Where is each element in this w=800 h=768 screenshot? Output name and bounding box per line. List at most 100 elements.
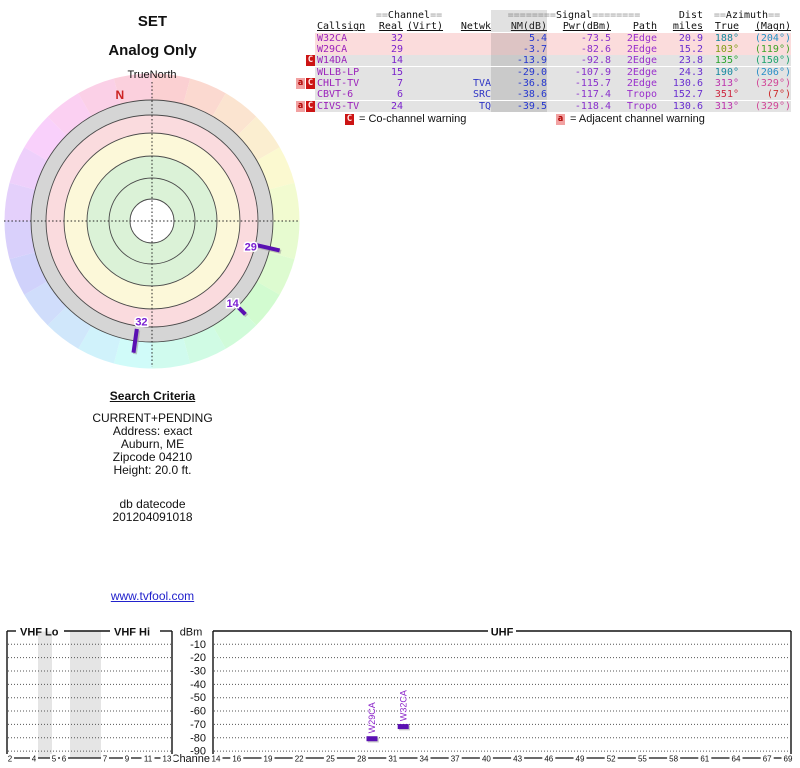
cell-azimuth-true: 188° — [714, 32, 739, 44]
table-row: a C CIVS-TV 24 TQ -39.5 -118.4 Tropo 130.6 313° (3… — [295, 100, 795, 112]
legend-co-channel-text: = Co-channel warning — [359, 113, 467, 125]
channel-tick-61: 61 — [700, 755, 709, 764]
section-label-vhf-lo: VHF Lo — [20, 627, 59, 639]
cell-netwk: SRC — [472, 89, 491, 101]
warning-co-icon: C — [306, 55, 315, 67]
cell-callsign: W14DA — [317, 55, 348, 67]
cell-azimuth-true: 135° — [714, 55, 739, 67]
shaded-band-0 — [38, 631, 52, 758]
col-true: True — [714, 21, 739, 33]
cell-azimuth-magn: (119°) — [754, 44, 791, 56]
search-criteria-heading: Search Criteria — [109, 389, 196, 403]
table-row: a C CHLT-TV 7 TVA -36.8 -115.7 2Edge 130.6 313° (3… — [295, 78, 795, 90]
channel-tick-40: 40 — [482, 755, 491, 764]
warning-co-icon: C — [306, 78, 315, 90]
cell-callsign: CHLT-TV — [317, 78, 360, 90]
signal-strength-chart: -10-20-30-40-50-60-70-80-90VHF Lo VHF Hi U… — [6, 627, 795, 765]
polar-azimuth-chart: TrueNorthN 32 29 14 — [4, 69, 300, 369]
channel-tick-14: 14 — [212, 755, 221, 764]
cell-azimuth-true: 351° — [714, 89, 739, 101]
cell-azimuth-magn: (329°) — [754, 100, 791, 112]
table-row: C W14DA 14 -13.9 -92.8 2Edge 23.8 135° (150°) — [295, 55, 795, 67]
cell-netwk: TVA — [472, 78, 491, 90]
tvfool-report: SET Analog Only TrueNorth N 32 29 14 ==Chann… — [0, 0, 800, 768]
cell-callsign: WLLB-LP — [317, 66, 360, 78]
channel-tick-19: 19 — [264, 755, 273, 764]
cell-miles: 24.3 — [678, 66, 703, 78]
cell-callsign: W29CA — [317, 44, 348, 56]
row-content: W14DA 14 -13.9 -92.8 2Edge 23.8 135° (150°) — [315, 55, 791, 67]
cell-nm: -39.5 — [491, 100, 547, 112]
marker-label-32: 32 — [135, 316, 147, 328]
compass-sector — [268, 182, 300, 221]
legend-adjacent-channel-text: = Adjacent channel warning — [570, 113, 705, 125]
ytick-label--60: -60 — [190, 706, 206, 718]
channel-tick-13: 13 — [163, 755, 172, 764]
cell-miles: 20.9 — [678, 32, 703, 44]
legend-adjacent-channel: a = Adjacent channel warning — [556, 113, 705, 125]
magnetic-north-label: N — [116, 88, 125, 102]
cell-path: 2Edge — [626, 66, 657, 78]
cell-miles: 15.2 — [678, 44, 703, 56]
ytick-label--80: -80 — [190, 732, 206, 744]
cell-callsign: CIVS-TV — [317, 100, 360, 112]
compass-sector — [4, 221, 36, 260]
cell-pwr: -117.4 — [574, 89, 611, 101]
co-channel-warning-icon: C — [345, 113, 354, 125]
cell-azimuth-true: 313° — [714, 78, 739, 90]
bar-label-W32CA: W32CA — [398, 690, 408, 721]
cell-real: 32 — [390, 32, 403, 44]
cell-netwk: TQ — [478, 100, 491, 112]
channel-tick-49: 49 — [576, 755, 585, 764]
cell-miles: 130.6 — [672, 100, 703, 112]
warning-co-icon: C — [306, 100, 315, 112]
cell-real: 15 — [390, 66, 403, 78]
channel-tick-11: 11 — [144, 755, 153, 764]
cell-azimuth-magn: (204°) — [754, 32, 791, 44]
cell-netwk — [443, 44, 491, 55]
cell-nm: -13.9 — [491, 55, 547, 67]
cell-virt — [403, 101, 443, 112]
cell-miles: 23.8 — [678, 55, 703, 67]
warning-icons: aC — [295, 100, 315, 112]
cell-real: 14 — [390, 55, 403, 67]
channel-tick-58: 58 — [669, 755, 678, 764]
channel-tick-22: 22 — [295, 755, 304, 764]
section-label-uhf: UHF — [491, 627, 514, 639]
channel-tick-55: 55 — [638, 755, 647, 764]
tvfool-link[interactable]: www.tvfool.com — [111, 589, 194, 603]
compass-sector — [4, 182, 36, 221]
col-netwk: Netwk — [460, 21, 491, 33]
col-pwr: Pwr(dBm) — [562, 21, 611, 33]
cell-path: 2Edge — [626, 55, 657, 67]
marker-label-29: 29 — [245, 242, 257, 254]
cell-pwr: -118.4 — [574, 100, 611, 112]
cell-azimuth-magn: (150°) — [754, 55, 791, 67]
compass-sector — [268, 221, 300, 260]
cell-virt — [403, 89, 443, 100]
warning-adjacent-icon: a — [296, 100, 305, 112]
cell-callsign: W32CA — [317, 32, 348, 44]
cell-azimuth-true: 313° — [714, 100, 739, 112]
cell-nm: -29.0 — [491, 66, 547, 78]
db-line: 201204091018 — [112, 510, 193, 524]
col-magn: (Magn) — [754, 21, 791, 33]
link-wrap: www.tvfool.com — [0, 589, 305, 603]
row-content: WLLB-LP 15 -29.0 -107.9 2Edge 24.3 190° (206°) — [315, 66, 791, 78]
cell-virt — [403, 67, 443, 78]
ytick-label--50: -50 — [190, 692, 206, 704]
db-datecode-block: db datecode 201204091018 — [0, 498, 305, 524]
channel-tick-28: 28 — [357, 755, 366, 764]
col-callsign: Callsign — [317, 21, 366, 33]
cell-pwr: -107.9 — [574, 66, 611, 78]
cell-path: Tropo — [626, 89, 657, 101]
table-rows: W32CA 32 5.4 -73.5 2Edge 20.9 188° (204°) W29CA 2… — [295, 32, 795, 112]
signal-bar-W32CA — [397, 724, 409, 730]
cell-real: 29 — [390, 44, 403, 56]
warning-icons: C — [295, 55, 315, 67]
row-content: CIVS-TV 24 TQ -39.5 -118.4 Tropo 130.6 313° (329… — [315, 100, 791, 112]
table-row: WLLB-LP 15 -29.0 -107.9 2Edge 24.3 190° (206°) — [295, 66, 795, 78]
channel-tick-37: 37 — [451, 755, 460, 764]
warning-icons — [295, 44, 315, 55]
cell-miles: 130.6 — [672, 78, 703, 90]
